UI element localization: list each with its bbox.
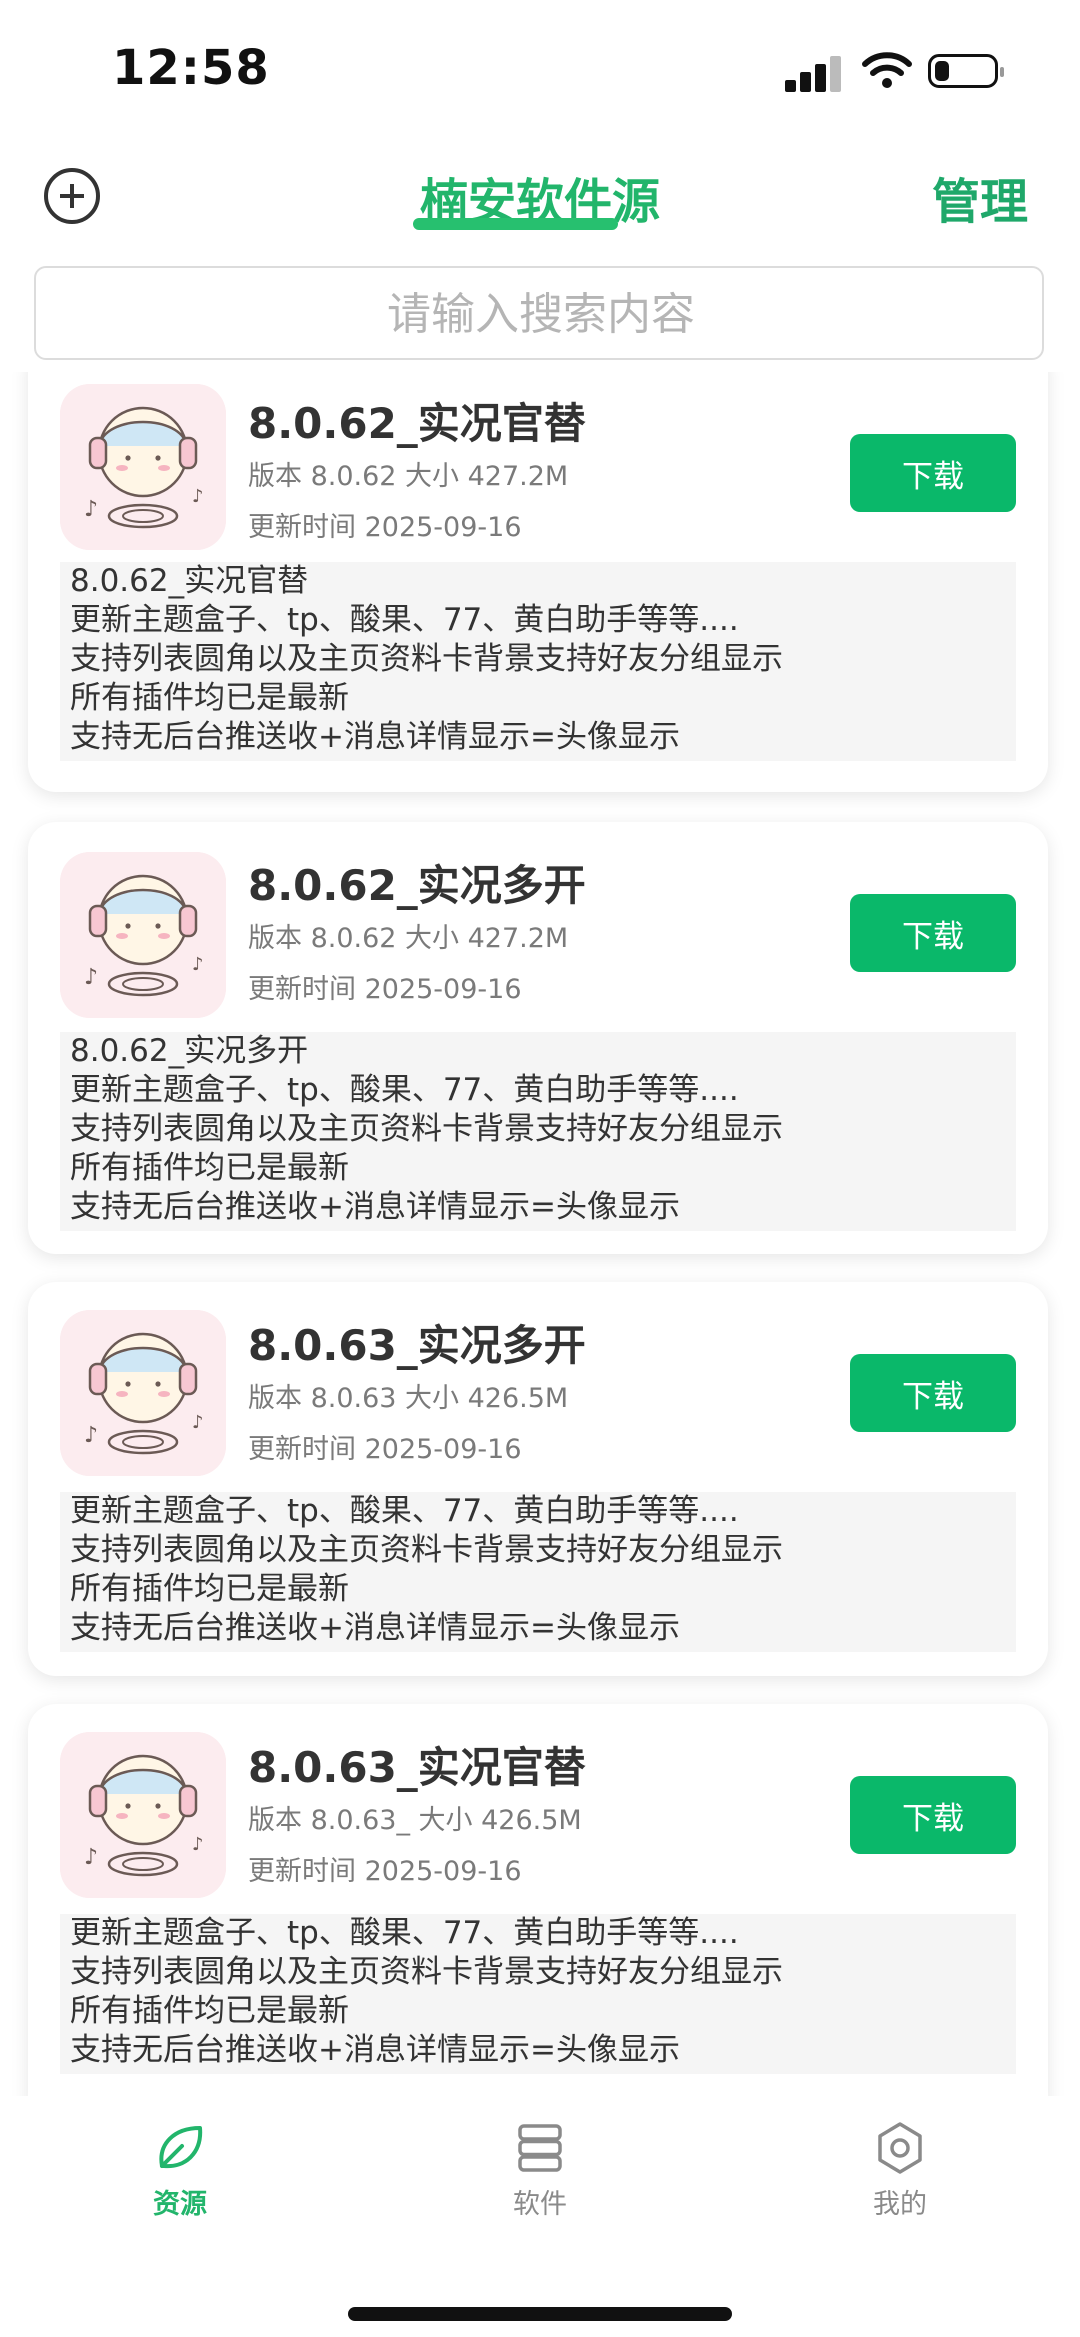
tab-mine[interactable]: 我的 <box>800 2120 1000 2221</box>
desc-line: 支持无后台推送收+消息详情显示=头像显示 <box>70 1189 680 1225</box>
app-description: 更新主题盒子、tp、酸果、77、黄白助手等等.... 支持列表圆角以及主页资料卡… <box>60 1914 1016 2074</box>
leaf-icon <box>159 2126 203 2169</box>
download-button[interactable]: 下载 <box>850 1776 1016 1854</box>
app-name: 8.0.63_实况多开 <box>248 1321 586 1370</box>
bottom-tab-bar: 资源 软件 我的 <box>0 2096 1080 2337</box>
search-input[interactable] <box>36 268 1046 360</box>
app-icon <box>60 384 226 550</box>
app-info: 版本 8.0.62 大小 427.2M <box>248 461 569 492</box>
app-icon <box>60 1732 226 1898</box>
update-time: 更新时间 2025-09-16 <box>248 1434 522 1465</box>
desc-line: 8.0.62_实况多开 <box>70 1033 309 1069</box>
download-button[interactable]: 下载 <box>850 1354 1016 1432</box>
update-time: 更新时间 2025-09-16 <box>248 1856 522 1887</box>
app-name: 8.0.63_实况官替 <box>248 1743 586 1792</box>
desc-line: 更新主题盒子、tp、酸果、77、黄白助手等等.... <box>70 1915 739 1951</box>
header: 楠安软件源 管理 <box>0 150 1080 260</box>
software-card: 8.0.62_实况官替 版本 8.0.62 大小 427.2M 更新时间 202… <box>28 372 1048 792</box>
title-underline <box>413 218 618 230</box>
software-card: 8.0.62_实况多开 版本 8.0.62 大小 427.2M 更新时间 202… <box>28 822 1048 1254</box>
desc-line: 更新主题盒子、tp、酸果、77、黄白助手等等.... <box>70 1493 739 1529</box>
server-icon <box>518 2124 562 2172</box>
app-info: 版本 8.0.62 大小 427.2M <box>248 923 569 954</box>
desc-line: 支持无后台推送收+消息详情显示=头像显示 <box>70 719 680 755</box>
app-icon <box>60 1310 226 1476</box>
status-bar: 12:58 <box>0 0 1080 140</box>
desc-line: 更新主题盒子、tp、酸果、77、黄白助手等等.... <box>70 1072 739 1108</box>
update-time: 更新时间 2025-09-16 <box>248 512 522 543</box>
desc-line: 支持无后台推送收+消息详情显示=头像显示 <box>70 1610 680 1646</box>
desc-line: 支持无后台推送收+消息详情显示=头像显示 <box>70 2032 680 2068</box>
software-list[interactable]: 8.0.62_实况官替 版本 8.0.62 大小 427.2M 更新时间 202… <box>0 372 1080 2096</box>
gear-icon <box>878 2122 922 2174</box>
tab-software[interactable]: 软件 <box>440 2120 640 2221</box>
software-card: 8.0.63_实况多开 版本 8.0.63 大小 426.5M 更新时间 202… <box>28 1282 1048 1676</box>
status-time: 12:58 <box>112 40 270 96</box>
app-description: 8.0.62_实况多开 更新主题盒子、tp、酸果、77、黄白助手等等.... 支… <box>60 1032 1016 1231</box>
tab-label: 资源 <box>153 2189 207 2220</box>
app-name: 8.0.62_实况官替 <box>248 399 586 448</box>
software-card: 8.0.63_实况官替 版本 8.0.63_ 大小 426.5M 更新时间 20… <box>28 1704 1048 2096</box>
tab-label: 我的 <box>873 2189 927 2220</box>
wifi-icon <box>862 52 912 88</box>
desc-line: 所有插件均已是最新 <box>70 680 349 716</box>
app-description: 8.0.62_实况官替 更新主题盒子、tp、酸果、77、黄白助手等等.... 支… <box>60 562 1016 761</box>
desc-line: 支持列表圆角以及主页资料卡背景支持好友分组显示 <box>70 641 783 677</box>
battery-icon <box>928 54 1004 88</box>
desc-line: 支持列表圆角以及主页资料卡背景支持好友分组显示 <box>70 1532 783 1568</box>
update-time: 更新时间 2025-09-16 <box>248 974 522 1005</box>
download-button[interactable]: 下载 <box>850 434 1016 512</box>
desc-line: 更新主题盒子、tp、酸果、77、黄白助手等等.... <box>70 602 739 638</box>
desc-line: 所有插件均已是最新 <box>70 1571 349 1607</box>
desc-line: 所有插件均已是最新 <box>70 1150 349 1186</box>
search-box[interactable] <box>34 266 1046 360</box>
desc-line: 所有插件均已是最新 <box>70 1993 349 2029</box>
tab-resources[interactable]: 资源 <box>80 2120 280 2221</box>
app-description: 更新主题盒子、tp、酸果、77、黄白助手等等.... 支持列表圆角以及主页资料卡… <box>60 1492 1016 1652</box>
app-icon <box>60 852 226 1018</box>
desc-line: 支持列表圆角以及主页资料卡背景支持好友分组显示 <box>70 1111 783 1147</box>
tab-label: 软件 <box>513 2189 567 2220</box>
app-info: 版本 8.0.63 大小 426.5M <box>248 1383 569 1414</box>
desc-line: 8.0.62_实况官替 <box>70 563 309 599</box>
app-name: 8.0.62_实况多开 <box>248 861 586 910</box>
cellular-signal-icon <box>785 52 843 92</box>
desc-line: 支持列表圆角以及主页资料卡背景支持好友分组显示 <box>70 1954 783 1990</box>
app-info: 版本 8.0.63_ 大小 426.5M <box>248 1805 582 1836</box>
manage-button[interactable]: 管理 <box>932 162 1028 232</box>
home-indicator <box>348 2307 732 2321</box>
download-button[interactable]: 下载 <box>850 894 1016 972</box>
